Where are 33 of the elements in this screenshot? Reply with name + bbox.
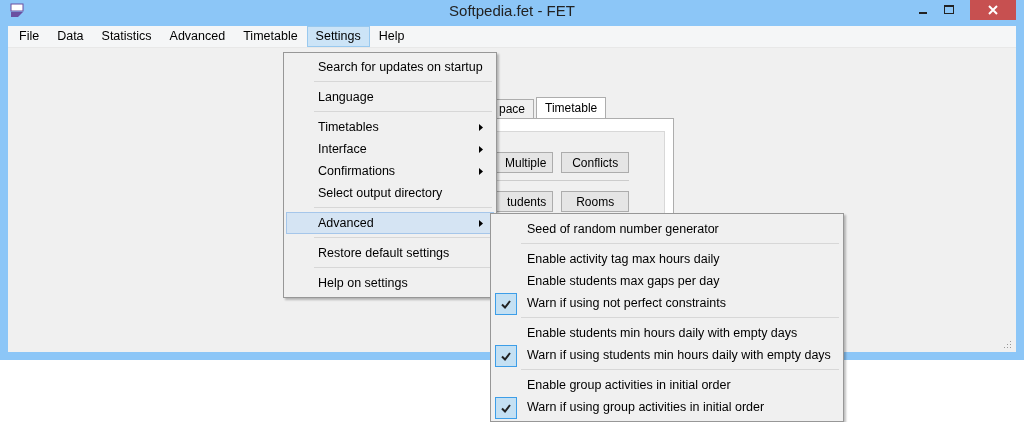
menu-item[interactable]: Restore default settings xyxy=(286,242,494,264)
menu-bar-item[interactable]: File xyxy=(10,26,49,47)
resize-grip-icon[interactable] xyxy=(1002,339,1012,349)
menu-item[interactable]: Enable activity tag max hours daily xyxy=(493,248,841,270)
menu-item[interactable]: Select output directory xyxy=(286,182,494,204)
menu-item[interactable]: Search for updates on startup xyxy=(286,56,494,78)
menu-item[interactable]: Enable students min hours daily with empty days xyxy=(493,322,841,344)
menu-bar-item[interactable]: Data xyxy=(48,26,93,47)
menu-item[interactable]: Interface xyxy=(286,138,494,160)
close-button[interactable] xyxy=(970,0,1016,20)
window-title: Softpedia.fet - FET xyxy=(449,1,575,19)
app-logo-icon xyxy=(9,2,25,18)
push-button[interactable]: Conflicts xyxy=(561,152,629,173)
menu-item[interactable]: Confirmations xyxy=(286,160,494,182)
minimize-icon xyxy=(919,12,927,14)
menu-item[interactable]: Warn if using group activities in initial order xyxy=(493,396,841,418)
menu-bar-item[interactable]: Statistics xyxy=(92,26,161,47)
menu-item[interactable]: Enable students max gaps per day xyxy=(493,270,841,292)
menu-item[interactable]: Warn if using not perfect constraints xyxy=(493,292,841,314)
menu-bar-item[interactable]: Advanced xyxy=(160,26,235,47)
menu-item[interactable]: Seed of random number generator xyxy=(493,218,841,240)
menu-item[interactable]: Enable group activities in initial order xyxy=(493,374,841,396)
menu-bar-item[interactable]: Settings xyxy=(306,26,370,47)
menu-item[interactable]: Warn if using students min hours daily with empty days xyxy=(493,344,841,366)
push-button[interactable]: Rooms xyxy=(561,191,629,212)
menu-item[interactable]: Help on settings xyxy=(286,272,494,294)
menu-bar-item[interactable]: Timetable xyxy=(234,26,307,47)
close-icon xyxy=(988,5,998,15)
menu-bar-item[interactable]: Help xyxy=(369,26,414,47)
maximize-icon xyxy=(944,5,954,15)
menu-item[interactable]: Advanced xyxy=(286,212,494,234)
tab[interactable]: Timetable xyxy=(536,97,607,118)
menu-item[interactable]: Timetables xyxy=(286,116,494,138)
